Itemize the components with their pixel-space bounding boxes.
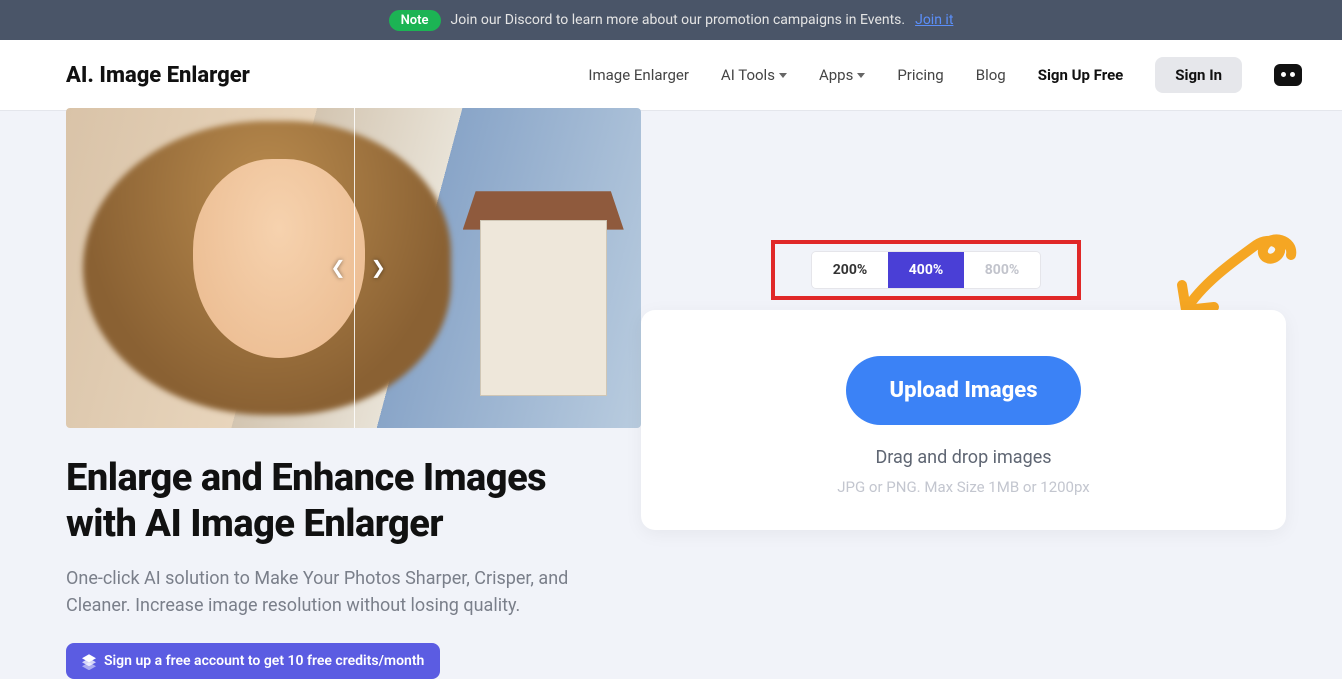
scale-option-800: 800%: [964, 252, 1040, 288]
page-subtitle: One-click AI solution to Make Your Photo…: [66, 565, 626, 619]
nav-apps[interactable]: Apps: [819, 66, 865, 84]
chevron-down-icon: [779, 73, 787, 78]
announcement-bar: Note Join our Discord to learn more abou…: [0, 0, 1342, 40]
chevron-down-icon: [857, 73, 865, 78]
upload-hint-text: JPG or PNG. Max Size 1MB or 1200px: [661, 478, 1266, 496]
nav-blog[interactable]: Blog: [976, 66, 1006, 84]
drag-drop-text: Drag and drop images: [661, 447, 1266, 468]
nav-ai-tools[interactable]: AI Tools: [721, 66, 787, 84]
nav-pricing[interactable]: Pricing: [897, 66, 943, 84]
cta-label: Sign up a free account to get 10 free cr…: [104, 653, 424, 669]
nav-apps-label: Apps: [819, 66, 853, 84]
upload-images-button[interactable]: Upload Images: [846, 356, 1082, 425]
signup-credits-button[interactable]: Sign up a free account to get 10 free cr…: [66, 643, 440, 679]
comparison-divider[interactable]: [354, 108, 355, 428]
page-title: Enlarge and Enhance Images with AI Image…: [66, 456, 641, 547]
title-line-2: with AI Image Enlarger: [66, 502, 443, 546]
sign-up-free-link[interactable]: Sign Up Free: [1038, 66, 1124, 84]
note-badge: Note: [389, 10, 441, 31]
announcement-text: Join our Discord to learn more about our…: [451, 12, 906, 28]
join-discord-link[interactable]: Join it: [915, 12, 953, 28]
nav-ai-tools-label: AI Tools: [721, 66, 775, 84]
title-line-1: Enlarge and Enhance Images: [66, 456, 546, 500]
main-nav: Image Enlarger AI Tools Apps Pricing Blo…: [588, 57, 1302, 93]
hero-comparison-image: ❮ ❯: [66, 108, 641, 428]
sign-in-button[interactable]: Sign In: [1155, 57, 1242, 93]
slider-arrow-left-icon[interactable]: ❮: [331, 258, 346, 279]
scale-option-200[interactable]: 200%: [812, 252, 888, 288]
scale-option-400[interactable]: 400%: [888, 252, 964, 288]
upload-card: Upload Images Drag and drop images JPG o…: [641, 310, 1286, 530]
scale-selector-highlight: 200% 400% 800%: [771, 240, 1081, 300]
logo[interactable]: AI. Image Enlarger: [66, 63, 250, 88]
main-header: AI. Image Enlarger Image Enlarger AI Too…: [0, 40, 1342, 110]
layers-icon: [82, 654, 96, 668]
scale-selector: 200% 400% 800%: [812, 252, 1040, 288]
discord-icon[interactable]: [1274, 64, 1302, 86]
nav-image-enlarger[interactable]: Image Enlarger: [588, 66, 689, 84]
slider-arrow-right-icon[interactable]: ❯: [371, 258, 386, 279]
